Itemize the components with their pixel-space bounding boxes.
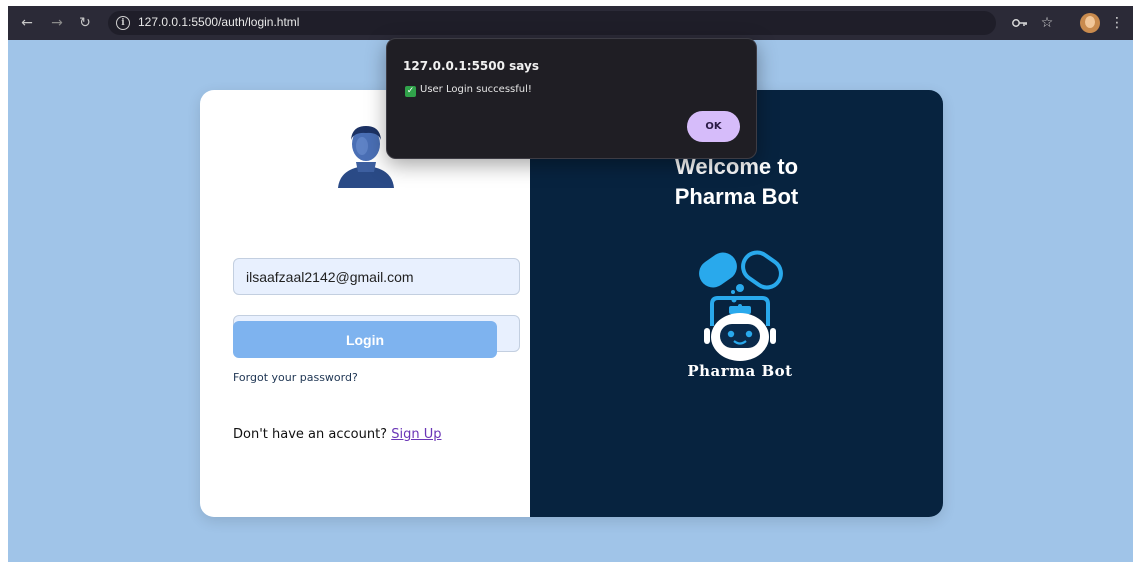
- alert-message: User Login successful!: [420, 84, 532, 95]
- signup-prompt: Don't have an account? Sign Up: [233, 427, 441, 442]
- forgot-password-link[interactable]: Forgot your password?: [233, 371, 358, 384]
- welcome-title: Welcome to Pharma Bot: [530, 152, 943, 212]
- login-button[interactable]: Login: [233, 321, 497, 358]
- key-icon[interactable]: [1009, 12, 1031, 34]
- alert-dialog: 127.0.0.1:5500 says ✓ User Login successf…: [386, 38, 757, 159]
- forward-icon[interactable]: →: [46, 12, 68, 34]
- menu-dots-icon[interactable]: ⋮: [1106, 12, 1128, 34]
- alert-message-row: ✓ User Login successful!: [405, 84, 532, 97]
- browser-toolbar: ← → ↻ i 127.0.0.1:5500/auth/login.html ☆…: [8, 6, 1133, 40]
- reload-icon[interactable]: ↻: [74, 12, 96, 34]
- welcome-line-2: Pharma Bot: [674, 184, 799, 209]
- site-info-icon[interactable]: i: [116, 16, 130, 30]
- back-icon[interactable]: ←: [16, 12, 38, 34]
- email-input[interactable]: [233, 258, 520, 295]
- no-account-text: Don't have an account?: [233, 427, 388, 442]
- address-bar[interactable]: i 127.0.0.1:5500/auth/login.html: [108, 11, 996, 35]
- check-mark-icon: ✓: [405, 86, 416, 97]
- signup-link[interactable]: Sign Up: [391, 427, 441, 442]
- pharma-bot-logo-icon: [699, 250, 783, 361]
- alert-title: 127.0.0.1:5500 says: [403, 59, 539, 73]
- profile-avatar[interactable]: [1080, 13, 1100, 33]
- ok-button[interactable]: OK: [687, 111, 740, 142]
- bookmark-star-icon[interactable]: ☆: [1036, 12, 1058, 34]
- pharma-bot-logo-text: Pharma Bot: [687, 362, 793, 380]
- url-text: 127.0.0.1:5500/auth/login.html: [138, 15, 300, 29]
